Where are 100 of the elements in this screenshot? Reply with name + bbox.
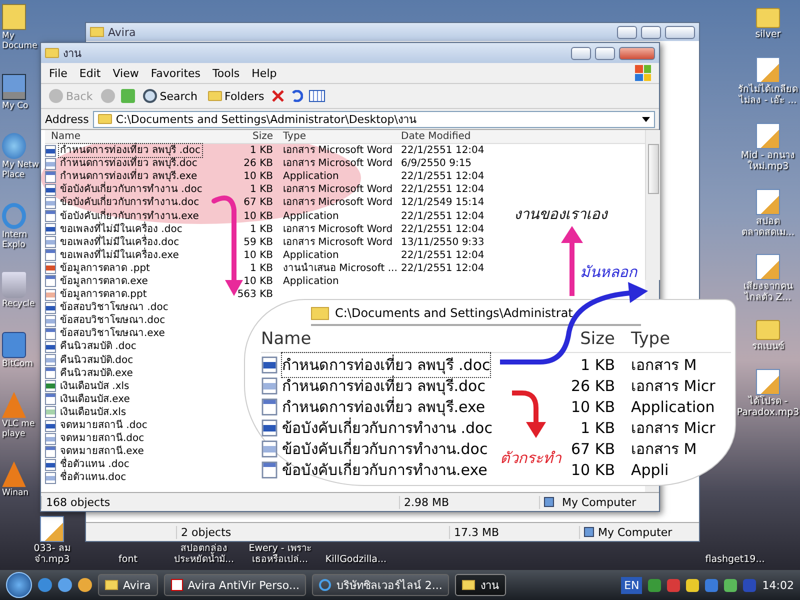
icon-label[interactable]: Winan (2, 489, 29, 500)
undo-icon[interactable] (290, 90, 304, 102)
file-name[interactable]: คืนนิวสมบัติ.exe (59, 366, 134, 380)
scrollbar[interactable] (645, 130, 660, 280)
icon-label[interactable]: Ewery - เพราะ เธอหรือเปล่... (248, 544, 312, 566)
file-name[interactable]: ชื่อตัวแทน.doc (59, 471, 128, 484)
icon-label[interactable]: flashget19... (705, 555, 765, 566)
file-name[interactable]: จดหมายสถานี.exe (59, 445, 145, 458)
address-field[interactable]: C:\Documents and Settings\Administrator\Desktop\งาน (92, 110, 655, 128)
file-name[interactable]: ขอเพลงที่ไม่มีในเครื่อง.exe (59, 248, 180, 262)
file-name[interactable]: เงินเดือนบัส.exe (59, 392, 131, 406)
minimize-button[interactable] (571, 46, 591, 60)
file-name[interactable]: กำหนดการท่องเที่ยว ลพบุรี.doc (59, 157, 198, 170)
column-header: Type (630, 329, 672, 349)
dropdown-icon[interactable] (642, 116, 650, 122)
audio-file-icon[interactable] (756, 56, 780, 83)
computer-icon[interactable] (2, 74, 26, 100)
file-name[interactable]: ข้อมูลการตลาด .ppt (59, 262, 151, 275)
audio-file-icon[interactable] (756, 254, 780, 280)
file-name[interactable]: ข้อบังคับเกี่ยวกับการทำงาน.exe (59, 210, 200, 223)
tray-icon[interactable] (686, 578, 700, 592)
maximize-button[interactable] (641, 26, 661, 38)
audio-file-icon[interactable] (756, 122, 780, 149)
file-name[interactable]: ชื่อตัวแทน .doc (59, 458, 130, 472)
taskbar-button[interactable]: Avira (98, 574, 158, 596)
scroll-thumb[interactable] (648, 144, 658, 194)
folder-icon[interactable] (756, 320, 780, 340)
icon-label[interactable]: font (118, 555, 138, 566)
icon-label[interactable]: ได้โปรด - Paradox.mp3 (736, 397, 800, 420)
start-button[interactable] (6, 572, 32, 598)
file-name[interactable]: คืนนิวสมบัติ.doc (59, 354, 134, 367)
media-player-icon[interactable] (78, 578, 92, 592)
icon-label[interactable]: My Docume (2, 32, 39, 52)
file-name[interactable]: จดหมายสถานี.doc (59, 432, 146, 446)
file-name[interactable]: ข้อสอบวิชาโฆษณา.exe (59, 327, 166, 340)
status-text: 168 objects (41, 496, 399, 508)
file-name[interactable]: จดหมายสถานี .doc (59, 419, 148, 432)
audio-file-icon[interactable] (756, 188, 780, 215)
file-name[interactable]: ขอเพลงที่ไม่มีในเครื่อง.doc (59, 236, 180, 249)
window-title: งาน (63, 46, 83, 62)
search-button[interactable]: Search (140, 88, 200, 104)
file-name[interactable]: เงินเดือนบัส.xls (59, 406, 128, 419)
icon-label[interactable]: สปอตกล่อง ประหยัดน้ำมั... (172, 544, 236, 566)
file-type: เอกสาร Microsoft Word (282, 157, 394, 170)
file-name[interactable]: ข้อมูลการตลาด.exe (59, 274, 149, 288)
file-name[interactable]: ข้อสอบวิชาโฆษณา .doc (59, 301, 170, 314)
file-name[interactable]: ข้อบังคับเกี่ยวกับการทำงาน .doc (59, 183, 204, 196)
antivirus-icon (170, 579, 183, 591)
column-header[interactable]: Name (45, 130, 235, 143)
icon-label[interactable]: 033- ลมจ๋า.mp3 (20, 544, 84, 566)
menu-item[interactable]: View (112, 66, 139, 80)
icon-label[interactable]: KillGodzilla... (325, 555, 387, 566)
file-name[interactable]: ขอเพลงที่ไม่มีในเครื่อง .doc (59, 222, 184, 236)
close-button[interactable] (665, 26, 695, 38)
file-name[interactable]: กำหนดการท่องเที่ยว ลพบุรี .doc (59, 144, 202, 158)
file-name: กำหนดการท่องเที่ยว ลพบุรี .doc (282, 353, 490, 377)
file-name[interactable]: เงินเดือนบัส .xls (59, 380, 130, 393)
icon-label[interactable]: silver (755, 30, 781, 41)
globe-icon[interactable] (58, 578, 72, 592)
icon-label[interactable]: My Co (2, 102, 28, 112)
file-name[interactable]: ข้อบังคับเกี่ยวกับการทำงาน.doc (59, 196, 200, 210)
taskbar-button[interactable]: Avira AntiVir Perso... (164, 574, 306, 596)
folder-icon (98, 114, 112, 124)
language-indicator[interactable]: EN (621, 576, 642, 594)
file-name[interactable]: ข้อมูลการตลาด.ppt (59, 288, 148, 302)
folder-icon (45, 48, 59, 58)
browser-icon[interactable] (38, 578, 52, 592)
menu-item[interactable]: Tools (212, 66, 240, 80)
taskbar-button[interactable]: บริษัทซิลเวอร์ไลน์ 2... (312, 574, 450, 596)
column-header[interactable]: Size (235, 130, 277, 143)
icon-label[interactable]: VLC me playe (2, 420, 39, 440)
handwritten-note: งานของเราเอง (514, 204, 607, 225)
file-name[interactable]: ข้อสอบวิชาโฆษณา.doc (59, 314, 166, 328)
folder-icon[interactable] (2, 4, 26, 30)
menu-item[interactable]: Favorites (150, 66, 201, 80)
tray-icon[interactable] (724, 578, 738, 592)
menu-item[interactable]: Help (252, 66, 277, 80)
file-name[interactable]: คืนนิวสมบัติ .doc (59, 340, 138, 354)
folders-button[interactable]: Folders (206, 88, 266, 104)
icon-label[interactable]: รักไม่ได้เกลียด ไม่ลง - เอ๊ะ ... (738, 84, 798, 107)
tray-icon[interactable] (648, 578, 662, 592)
maximize-button[interactable] (595, 46, 615, 60)
menu-item[interactable]: File (49, 66, 68, 80)
file-name[interactable]: กำหนดการท่องเที่ยว ลพบุรี.exe (59, 170, 198, 184)
column-header[interactable]: Type (277, 130, 395, 143)
audio-file-icon[interactable] (40, 516, 64, 542)
application-icon (45, 393, 56, 406)
minimize-button[interactable] (617, 26, 637, 38)
taskbar-button[interactable]: งาน (455, 574, 506, 596)
file-type: Application (630, 398, 716, 416)
close-button[interactable] (619, 46, 655, 60)
menu-item[interactable]: Edit (79, 66, 101, 80)
column-header[interactable]: Date Modified (395, 130, 500, 143)
audio-file-icon[interactable] (756, 369, 780, 396)
word-document-icon (262, 420, 278, 436)
views-icon[interactable] (309, 90, 326, 102)
presentation-icon (45, 262, 56, 274)
application-icon[interactable] (2, 332, 26, 358)
folder-icon[interactable] (756, 8, 780, 28)
delete-icon[interactable] (272, 90, 284, 102)
